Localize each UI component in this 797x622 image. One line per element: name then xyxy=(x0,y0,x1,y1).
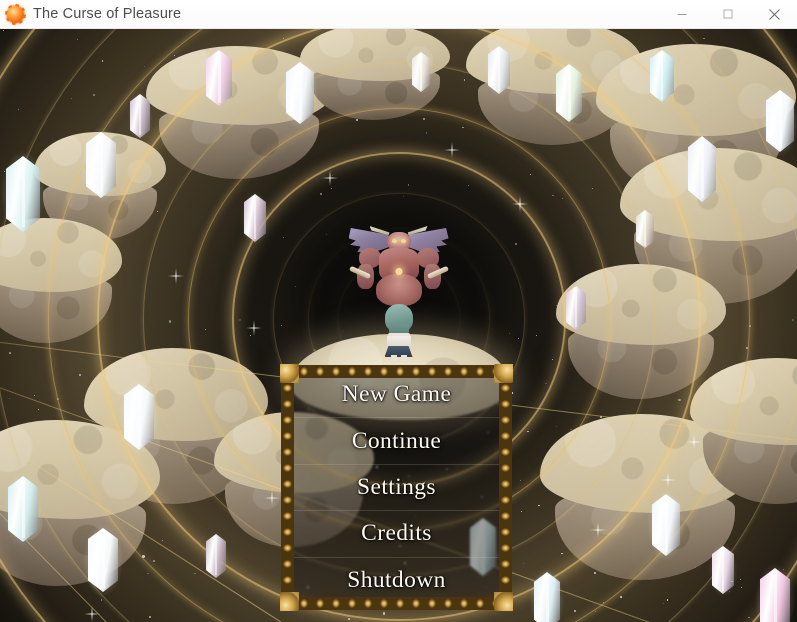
close-icon xyxy=(768,8,780,20)
close-button[interactable] xyxy=(751,0,797,28)
main-menu-list: New Game Continue Settings Credits Shutdown xyxy=(288,372,505,603)
menu-item-label: Shutdown xyxy=(347,566,446,593)
menu-item-label: New Game xyxy=(341,381,452,408)
menu-item-label: Continue xyxy=(351,427,442,454)
minimize-button[interactable] xyxy=(659,0,705,28)
main-menu-panel: New Game Continue Settings Credits Shutdown xyxy=(280,364,513,611)
window-controls xyxy=(659,0,797,28)
maximize-button[interactable] xyxy=(705,0,751,28)
menu-item-label: Settings xyxy=(357,474,436,500)
menu-item-new-game[interactable]: New Game xyxy=(288,372,505,417)
menu-item-continue[interactable]: Continue xyxy=(288,417,505,463)
title-bar: The Curse of Pleasure xyxy=(0,0,797,29)
game-title-screen-canvas[interactable]: New Game Continue Settings Credits Shutdown xyxy=(0,28,797,622)
maximize-icon xyxy=(723,9,733,19)
sun-orb-icon xyxy=(5,3,26,25)
menu-item-credits[interactable]: Credits xyxy=(288,510,505,556)
minimize-icon xyxy=(677,14,687,15)
app-window: The Curse of Pleasure New Game Continue … xyxy=(0,0,797,622)
menu-item-label: Credits xyxy=(361,520,432,547)
menu-item-settings[interactable]: Settings xyxy=(288,463,505,510)
menu-item-shutdown[interactable]: Shutdown xyxy=(288,556,505,603)
window-title: The Curse of Pleasure xyxy=(33,6,182,22)
